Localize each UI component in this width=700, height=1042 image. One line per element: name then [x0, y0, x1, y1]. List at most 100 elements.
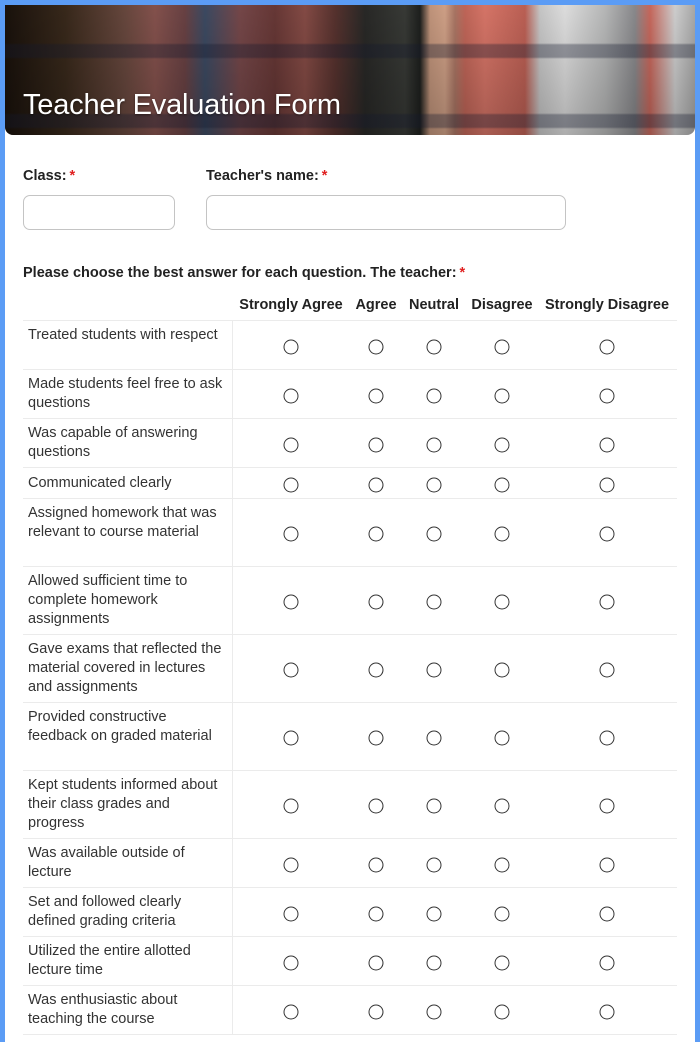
radio-neutral[interactable]	[426, 526, 442, 542]
row-statement: Assigned homework that was relevant to c…	[23, 499, 233, 566]
radio-strongly-disagree[interactable]	[599, 955, 615, 970]
radio-neutral[interactable]	[426, 857, 442, 872]
radio-agree[interactable]	[368, 906, 384, 921]
radio-agree[interactable]	[368, 437, 384, 452]
radio-agree[interactable]	[368, 730, 384, 746]
form-title: Teacher Evaluation Form	[23, 89, 341, 121]
radio-agree[interactable]	[368, 1004, 384, 1019]
radio-disagree[interactable]	[494, 437, 510, 452]
matrix-row: Made students feel free to ask questions	[23, 369, 677, 418]
radio-neutral[interactable]	[426, 594, 442, 610]
radio-strongly-disagree[interactable]	[599, 662, 615, 678]
radio-agree[interactable]	[368, 594, 384, 610]
header-banner: Teacher Evaluation Form	[5, 5, 695, 135]
radio-disagree[interactable]	[494, 1004, 510, 1019]
radio-neutral[interactable]	[426, 1004, 442, 1019]
row-statement: Was available outside of lecture	[23, 839, 233, 887]
radio-strongly-agree[interactable]	[283, 955, 299, 970]
matrix-row: Gave exams that reflected the material c…	[23, 634, 677, 702]
matrix-row: Communicated clearly	[23, 467, 677, 498]
radio-agree[interactable]	[368, 857, 384, 872]
radio-strongly-disagree[interactable]	[599, 1004, 615, 1019]
radio-strongly-disagree[interactable]	[599, 437, 615, 452]
row-divider	[23, 1034, 677, 1035]
teacher-name-input[interactable]	[206, 195, 566, 230]
radio-agree[interactable]	[368, 477, 384, 492]
column-header: Disagree	[471, 297, 533, 313]
radio-strongly-agree[interactable]	[283, 730, 299, 746]
matrix-row: Was capable of answering questions	[23, 418, 677, 467]
matrix-row: Was enthusiastic about teaching the cour…	[23, 985, 677, 1034]
radio-strongly-agree[interactable]	[283, 437, 299, 452]
radio-disagree[interactable]	[494, 388, 510, 403]
matrix-question-text: Please choose the best answer for each q…	[23, 265, 457, 281]
radio-neutral[interactable]	[426, 906, 442, 921]
radio-agree[interactable]	[368, 388, 384, 403]
radio-strongly-agree[interactable]	[283, 339, 299, 354]
required-asterisk: *	[321, 168, 328, 184]
radio-strongly-agree[interactable]	[283, 857, 299, 872]
radio-neutral[interactable]	[426, 730, 442, 746]
matrix-row: Kept students informed about their class…	[23, 770, 677, 838]
column-header: Agree	[355, 297, 397, 313]
radio-disagree[interactable]	[494, 906, 510, 921]
row-statement: Gave exams that reflected the material c…	[23, 635, 233, 702]
class-label-text: Class:	[23, 168, 67, 184]
radio-strongly-agree[interactable]	[283, 477, 299, 492]
radio-disagree[interactable]	[494, 662, 510, 678]
required-asterisk: *	[459, 265, 466, 281]
radio-agree[interactable]	[368, 798, 384, 814]
radio-disagree[interactable]	[494, 730, 510, 746]
matrix-row: Provided constructive feedback on graded…	[23, 702, 677, 770]
column-header: Strongly Disagree	[544, 297, 670, 313]
form-card: Teacher Evaluation Form Class: * Teacher'…	[5, 5, 695, 1042]
radio-strongly-agree[interactable]	[283, 594, 299, 610]
row-statement: Utilized the entire allotted lecture tim…	[23, 937, 233, 985]
matrix-row: Set and followed clearly defined grading…	[23, 887, 677, 936]
radio-strongly-disagree[interactable]	[599, 388, 615, 403]
radio-agree[interactable]	[368, 526, 384, 542]
radio-strongly-agree[interactable]	[283, 662, 299, 678]
row-statement: Kept students informed about their class…	[23, 771, 233, 838]
radio-agree[interactable]	[368, 339, 384, 354]
matrix-row: Allowed sufficient time to complete home…	[23, 566, 677, 634]
radio-disagree[interactable]	[494, 339, 510, 354]
radio-agree[interactable]	[368, 662, 384, 678]
radio-strongly-disagree[interactable]	[599, 798, 615, 814]
radio-strongly-disagree[interactable]	[599, 339, 615, 354]
radio-strongly-agree[interactable]	[283, 798, 299, 814]
radio-disagree[interactable]	[494, 526, 510, 542]
radio-strongly-disagree[interactable]	[599, 526, 615, 542]
radio-strongly-disagree[interactable]	[599, 730, 615, 746]
matrix-row: Was available outside of lecture	[23, 838, 677, 887]
radio-neutral[interactable]	[426, 662, 442, 678]
radio-disagree[interactable]	[494, 798, 510, 814]
radio-agree[interactable]	[368, 955, 384, 970]
radio-neutral[interactable]	[426, 798, 442, 814]
row-statement: Allowed sufficient time to complete home…	[23, 567, 233, 634]
radio-strongly-disagree[interactable]	[599, 857, 615, 872]
class-label: Class: *	[23, 168, 75, 184]
radio-strongly-disagree[interactable]	[599, 477, 615, 492]
required-asterisk: *	[69, 168, 76, 184]
radio-disagree[interactable]	[494, 594, 510, 610]
radio-strongly-disagree[interactable]	[599, 594, 615, 610]
row-statement: Communicated clearly	[23, 468, 233, 498]
row-statement: Made students feel free to ask questions	[23, 370, 233, 418]
radio-strongly-disagree[interactable]	[599, 906, 615, 921]
radio-strongly-agree[interactable]	[283, 388, 299, 403]
row-statement: Was capable of answering questions	[23, 419, 233, 467]
class-input[interactable]	[23, 195, 175, 230]
radio-neutral[interactable]	[426, 437, 442, 452]
radio-neutral[interactable]	[426, 388, 442, 403]
radio-strongly-agree[interactable]	[283, 906, 299, 921]
radio-strongly-agree[interactable]	[283, 1004, 299, 1019]
radio-disagree[interactable]	[494, 955, 510, 970]
radio-neutral[interactable]	[426, 955, 442, 970]
radio-strongly-agree[interactable]	[283, 526, 299, 542]
radio-neutral[interactable]	[426, 477, 442, 492]
column-header: Strongly Agree	[239, 297, 343, 313]
radio-disagree[interactable]	[494, 477, 510, 492]
radio-disagree[interactable]	[494, 857, 510, 872]
radio-neutral[interactable]	[426, 339, 442, 354]
